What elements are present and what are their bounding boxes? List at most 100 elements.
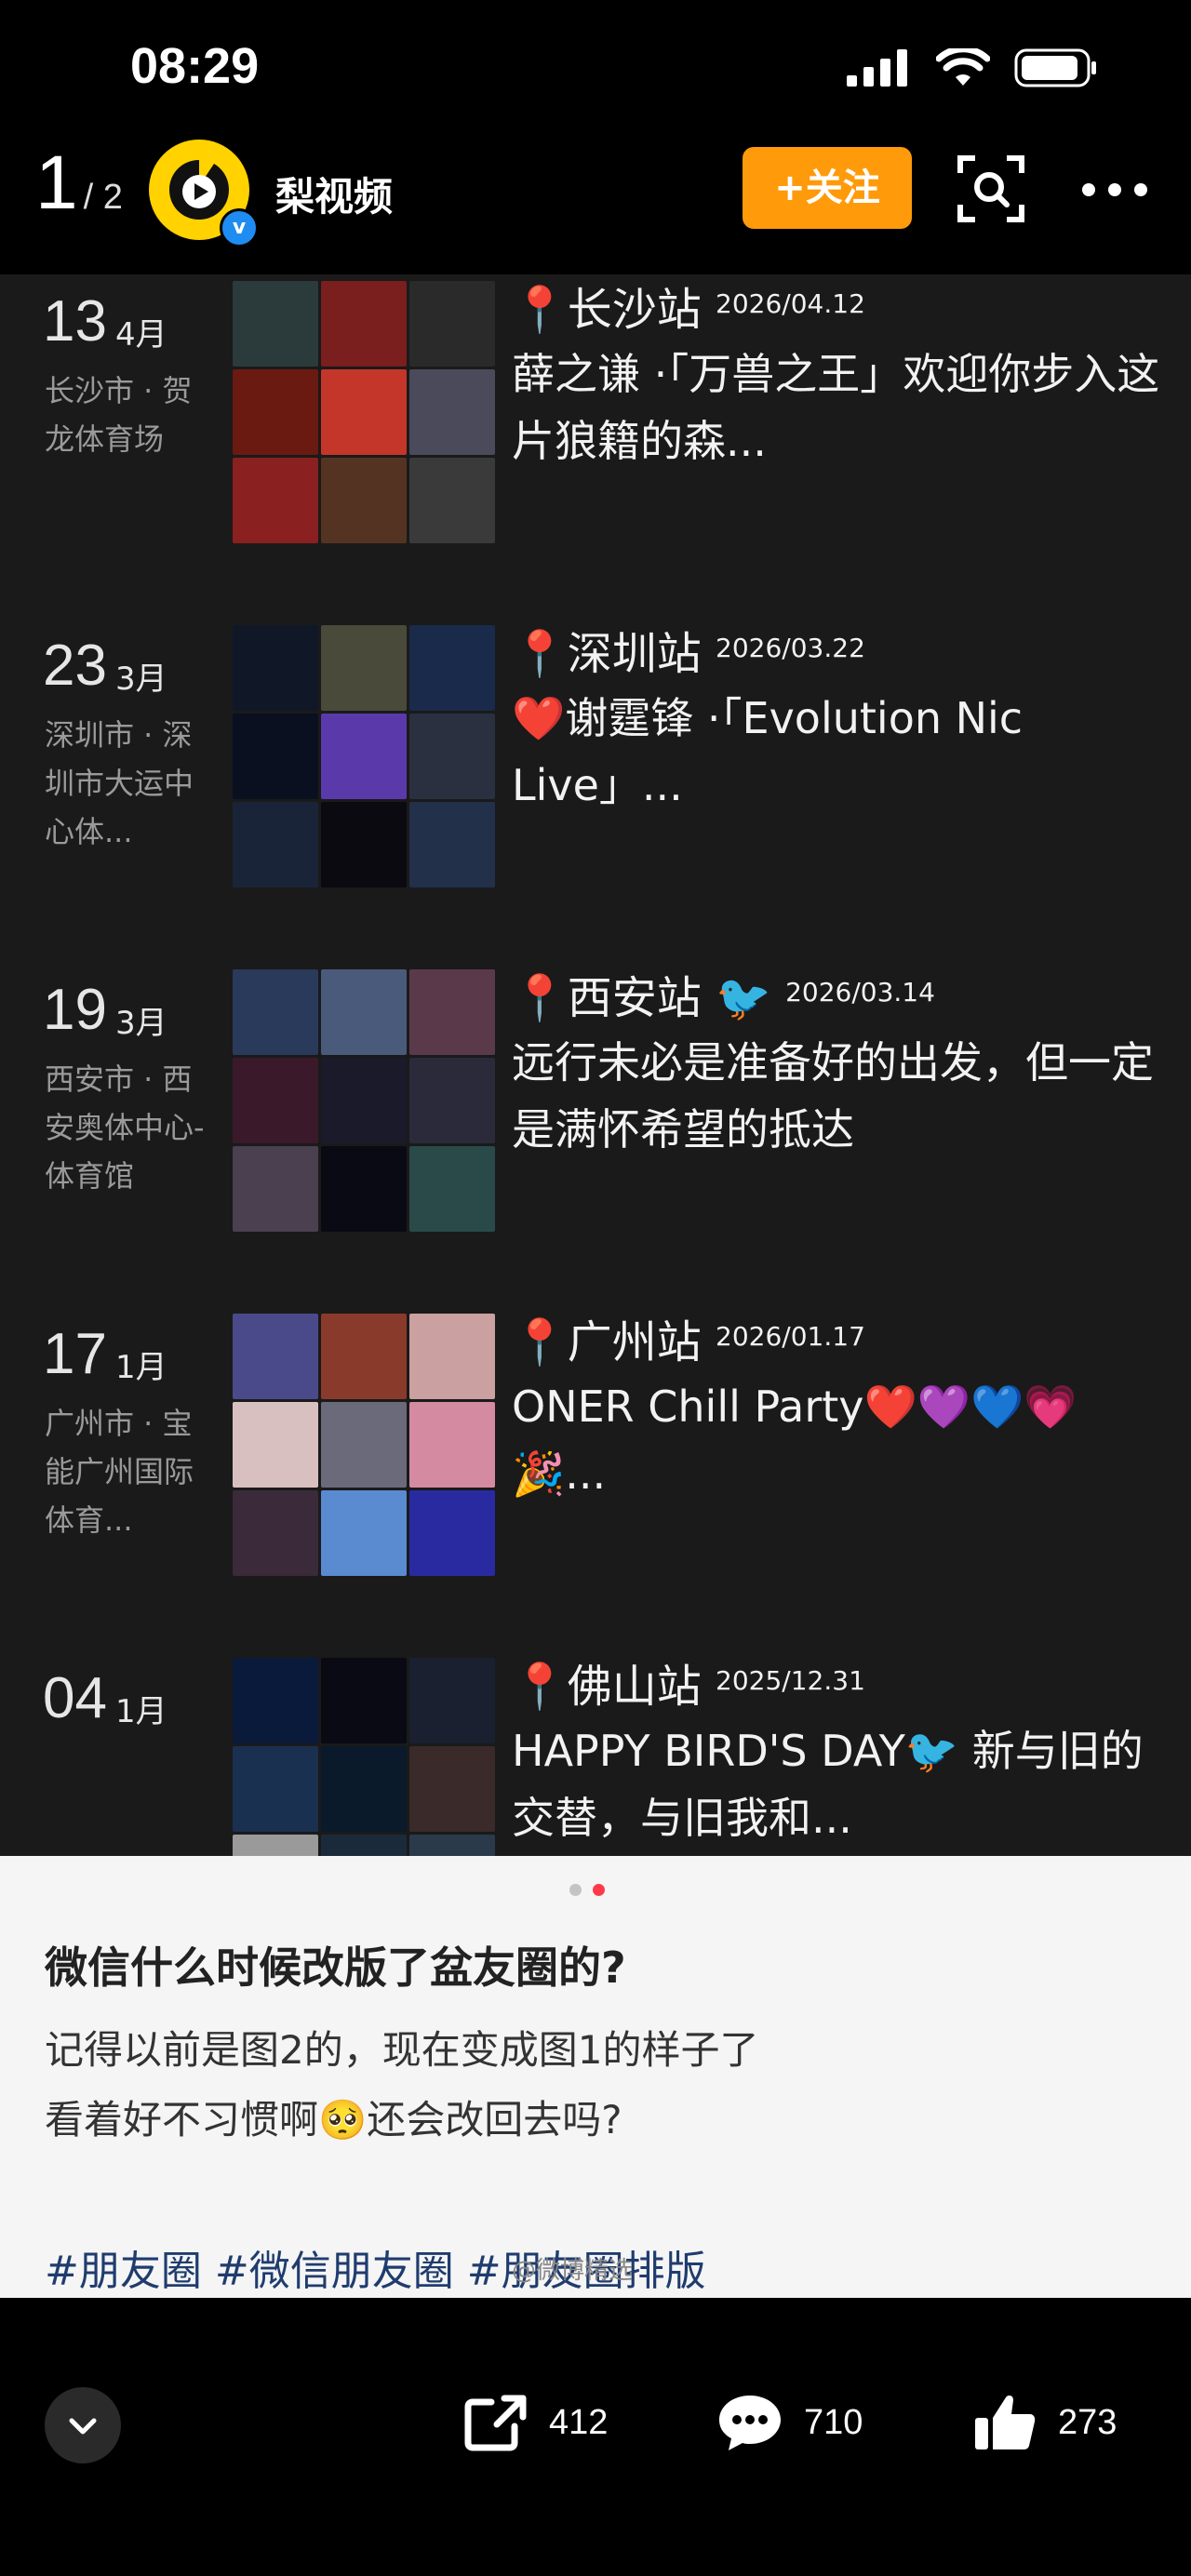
- post-month: 4月: [115, 316, 167, 354]
- post-text-block: 📍西安站 🐦 2026/03.14 远行未必是准备好的出发，但一定是满怀希望的抵…: [512, 968, 1163, 1163]
- post-title: 📍西安站 🐦: [512, 972, 771, 1024]
- post-title-line: 📍深圳站 2026/03.22: [512, 623, 1163, 685]
- photo-tile: [233, 1835, 318, 1856]
- status-time: 08:29: [130, 38, 260, 94]
- timeline-post: 17 1月 广州市 · 宝能广州国际体育... 📍广州站 2026/01.17 …: [0, 1312, 1191, 1591]
- photo-tile: [321, 1314, 407, 1399]
- photo-tile: [233, 625, 318, 711]
- photo-tile: [409, 969, 495, 1055]
- page-indicator: 1 / 2: [35, 138, 123, 221]
- photo-tile: [321, 1658, 407, 1743]
- post-body: ❤️谢霆锋 ·「Evolution Nic Live」...: [512, 693, 1024, 810]
- photo-tile: [321, 714, 407, 799]
- photo-tile: [233, 1146, 318, 1232]
- channel-name[interactable]: 梨视频: [275, 166, 393, 222]
- post-location: 西安市 · 西安奥体中心-体育馆: [45, 1061, 205, 1194]
- post-text-block: 📍广州站 2026/01.17 ONER Chill Party❤️💜💙💗🎉..…: [512, 1312, 1163, 1507]
- timeline-post: 13 4月 长沙市 · 贺龙体育场 📍长沙站 2026/04.12 薛之谦 ·「…: [0, 279, 1191, 558]
- photo-grid: [233, 969, 495, 1232]
- status-bar: 08:29: [0, 0, 1191, 140]
- post-day: 04: [43, 1666, 107, 1730]
- timeline-post: 23 3月 深圳市 · 深圳市大运中心体... 📍深圳站 2026/03.22 …: [0, 623, 1191, 902]
- photo-tile: [409, 1746, 495, 1832]
- post-day: 19: [43, 978, 107, 1042]
- wifi-icon: [936, 48, 990, 86]
- post-date: 2026/03.14: [785, 977, 935, 1008]
- carousel-dot: [569, 1884, 582, 1896]
- photo-tile: [321, 1835, 407, 1856]
- share-count: 412: [549, 2402, 609, 2442]
- post-date: 2026/03.22: [716, 633, 865, 663]
- photo-tile: [321, 1058, 407, 1143]
- share-button[interactable]: 412: [463, 2385, 608, 2460]
- more-button[interactable]: [1079, 164, 1150, 216]
- post-location: 广州市 · 宝能广州国际体育...: [45, 1406, 194, 1538]
- timeline-post: 19 3月 西安市 · 西安奥体中心-体育馆 📍西安站 🐦 2026/03.14…: [0, 968, 1191, 1247]
- photo-tile: [409, 1146, 495, 1232]
- photo-grid: [233, 1314, 495, 1576]
- caption-line: 记得以前是图2的，现在变成图1的样子了: [45, 2027, 759, 2073]
- post-text-block: 📍长沙站 2026/04.12 薛之谦 ·「万兽之王」欢迎你步入这片狼籍的森..…: [512, 279, 1163, 474]
- post-date: 2026/04.12: [716, 288, 865, 319]
- post-body: ONER Chill Party❤️💜💙💗🎉...: [512, 1381, 1077, 1499]
- photo-tile: [321, 969, 407, 1055]
- photo-tile: [233, 281, 318, 367]
- like-count: 273: [1058, 2402, 1117, 2442]
- photo-tile: [233, 802, 318, 888]
- post-month: 1月: [115, 1693, 167, 1730]
- carousel-dot-active: [593, 1884, 605, 1896]
- like-button[interactable]: 273: [972, 2385, 1117, 2460]
- page-total: / 2: [83, 178, 123, 217]
- signal-icon: [847, 49, 907, 87]
- post-text-block: 📍深圳站 2026/03.22 ❤️谢霆锋 ·「Evolution Nic Li…: [512, 623, 1163, 819]
- page-current: 1: [35, 140, 78, 225]
- post-location: 长沙市 · 贺龙体育场: [45, 373, 193, 457]
- comment-button[interactable]: 710: [716, 2385, 863, 2460]
- photo-tile: [409, 1314, 495, 1399]
- photo-tile: [409, 714, 495, 799]
- collapse-button[interactable]: [45, 2387, 121, 2463]
- photo-tile: [233, 969, 318, 1055]
- photo-tile: [233, 1058, 318, 1143]
- post-location: 深圳市 · 深圳市大运中心体...: [45, 717, 194, 849]
- photo-tile: [233, 1490, 318, 1576]
- comment-count: 710: [804, 2402, 863, 2442]
- follow-button[interactable]: +关注: [743, 147, 912, 229]
- post-body: 远行未必是准备好的出发，但一定是满怀希望的抵达: [512, 1037, 1154, 1155]
- photo-tile: [321, 1746, 407, 1832]
- carousel-indicator: [569, 1884, 605, 1896]
- bottom-action-bar: 412 710 273: [0, 2298, 1191, 2576]
- post-day: 17: [43, 1322, 107, 1386]
- photo-tile: [321, 1490, 407, 1576]
- chevron-down-icon: [69, 2418, 97, 2435]
- post-day: 13: [43, 289, 107, 354]
- photo-tile: [233, 1658, 318, 1743]
- photo-tile: [233, 714, 318, 799]
- photo-tile: [321, 802, 407, 888]
- thumbs-up-icon: [975, 2396, 1036, 2449]
- photo-tile: [321, 1402, 407, 1488]
- feed-image[interactable]: 13 4月 长沙市 · 贺龙体育场 📍长沙站 2026/04.12 薛之谦 ·「…: [0, 274, 1191, 1856]
- comment-icon: [719, 2396, 781, 2450]
- photo-tile: [233, 369, 318, 455]
- post-text-block: 📍佛山站 2025/12.31 HAPPY BIRD'S DAY🐦 新与旧的交替…: [512, 1656, 1163, 1851]
- photo-tile: [409, 1402, 495, 1488]
- post-body: 薛之谦 ·「万兽之王」欢迎你步入这片狼籍的森...: [512, 349, 1160, 466]
- post-body: HAPPY BIRD'S DAY🐦 新与旧的交替，与旧我和...: [512, 1726, 1144, 1843]
- photo-tile: [409, 625, 495, 711]
- scan-icon: [957, 155, 1024, 222]
- post-title: 📍长沙站: [512, 284, 702, 336]
- post-date: 2026/01.17: [716, 1321, 865, 1352]
- timeline-post: 04 1月 📍佛山站 2025/12.31 HAPPY BIRD'S DAY🐦 …: [0, 1656, 1191, 1856]
- post-day: 23: [43, 634, 107, 698]
- status-icons: [847, 48, 1098, 87]
- photo-tile: [233, 1746, 318, 1832]
- caption-card[interactable]: 微信什么时候改版了盆友圈的? 记得以前是图2的，现在变成图1的样子了 看着好不习…: [0, 1856, 1191, 2298]
- post-month: 1月: [115, 1349, 167, 1386]
- post-title-line: 📍广州站 2026/01.17: [512, 1312, 1163, 1373]
- post-title-line: 📍西安站 🐦 2026/03.14: [512, 968, 1163, 1029]
- photo-tile: [409, 281, 495, 367]
- post-month: 3月: [115, 1005, 167, 1042]
- scan-button[interactable]: [957, 154, 1025, 223]
- post-title-line: 📍长沙站 2026/04.12: [512, 279, 1163, 340]
